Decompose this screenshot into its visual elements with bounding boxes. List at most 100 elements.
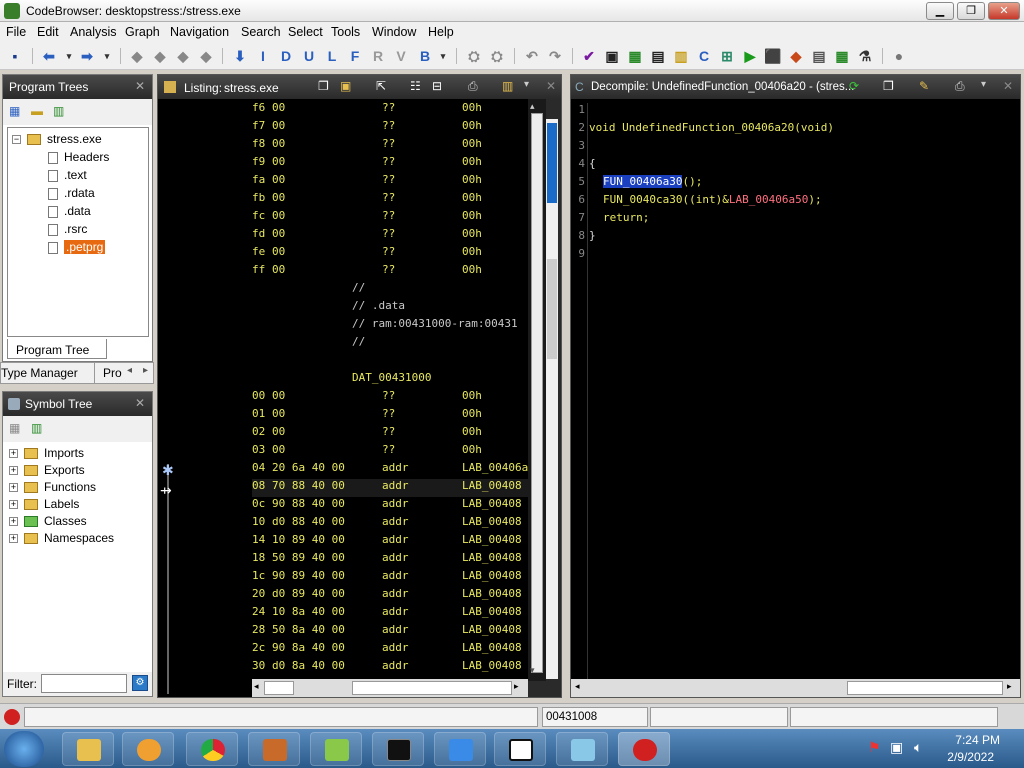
- tree-item-headers[interactable]: Headers: [48, 150, 109, 164]
- tool-icon-1[interactable]: ▣: [603, 47, 621, 65]
- listing-row[interactable]: 02 00?? 00h: [252, 425, 528, 443]
- next-data-button[interactable]: D: [277, 47, 295, 65]
- listing-row[interactable]: fb 00?? 00h: [252, 191, 528, 209]
- taskbar-7zip[interactable]: [494, 732, 546, 766]
- taskbar-app-4[interactable]: [248, 732, 300, 766]
- filter-input[interactable]: [41, 674, 127, 693]
- dropdown-icon[interactable]: ▾: [981, 79, 986, 90]
- tab-scroll-right-icon[interactable]: ▸: [143, 365, 148, 376]
- tool-icon-12[interactable]: ●: [890, 47, 908, 65]
- listing-row[interactable]: 04 20 6a 40 00 addr LAB_00406a: [252, 461, 528, 479]
- row-operand[interactable]: LAB_00408: [462, 515, 522, 528]
- menu-file[interactable]: File: [6, 25, 26, 39]
- next-function-button[interactable]: F: [346, 47, 364, 65]
- listing-row[interactable]: 20 d0 89 40 00 addr LAB_00408: [252, 587, 528, 605]
- hscroll-left-icon[interactable]: ◂: [254, 681, 259, 692]
- row-operand[interactable]: 00h: [462, 407, 482, 420]
- paste-icon[interactable]: ▣: [340, 79, 351, 93]
- dropdown-icon[interactable]: ▾: [524, 79, 529, 90]
- row-operand[interactable]: 00h: [462, 389, 482, 402]
- bookmark-dropdown-icon[interactable]: ▾: [434, 47, 452, 65]
- redo-icon[interactable]: ↷: [546, 47, 564, 65]
- expand-icon[interactable]: +: [9, 466, 18, 476]
- options-icon[interactable]: ▥: [502, 79, 513, 93]
- action-center-icon[interactable]: ⚑: [868, 739, 881, 756]
- decompile-code[interactable]: 1 2 void UndefinedFunction_00406a20(void)…: [571, 103, 1020, 679]
- decompile-hscroll[interactable]: ◂ ▸: [571, 679, 1020, 697]
- row-operand[interactable]: LAB_00408: [462, 623, 522, 636]
- row-operand[interactable]: LAB_00408: [462, 605, 522, 618]
- listing-row[interactable]: fc 00?? 00h: [252, 209, 528, 227]
- listing-row[interactable]: fa 00?? 00h: [252, 173, 528, 191]
- row-operand[interactable]: LAB_00406a: [462, 461, 528, 474]
- start-button[interactable]: [4, 731, 44, 767]
- copy-icon[interactable]: ❐: [318, 79, 329, 93]
- row-operand[interactable]: LAB_00408: [462, 551, 522, 564]
- row-operand[interactable]: LAB_00408: [462, 587, 522, 600]
- tab-type-manager[interactable]: Type Manager: [1, 366, 78, 380]
- row-operand[interactable]: LAB_00408: [462, 659, 522, 672]
- row-operand[interactable]: 00h: [462, 191, 482, 204]
- listing-row[interactable]: 01 00?? 00h: [252, 407, 528, 425]
- taskbar-network[interactable]: [434, 732, 486, 766]
- next-reference-button[interactable]: R: [369, 47, 387, 65]
- checkmark-icon[interactable]: ✔: [580, 47, 598, 65]
- expand-icon[interactable]: +: [9, 449, 18, 459]
- hscroll-left-icon[interactable]: ◂: [575, 681, 580, 692]
- listing-row[interactable]: 08 70 88 40 00 addr LAB_00408: [252, 479, 528, 497]
- listing-row[interactable]: 18 50 89 40 00 addr LAB_00408: [252, 551, 528, 569]
- row-operand[interactable]: LAB_00408: [462, 479, 522, 492]
- listing-row[interactable]: 30 d0 8a 40 00 addr LAB_00408: [252, 659, 528, 677]
- row-operand[interactable]: 00h: [462, 263, 482, 276]
- tool-icon-7[interactable]: ⬛: [764, 47, 782, 65]
- close-icon[interactable]: ✕: [546, 79, 556, 93]
- tool-icon-2[interactable]: ▦: [626, 47, 644, 65]
- scroll-down-icon[interactable]: ▾: [530, 665, 535, 676]
- refresh-icon[interactable]: ⟳: [849, 79, 859, 93]
- tree-item-data[interactable]: .data: [48, 204, 91, 218]
- tree-item-rsrc[interactable]: .rsrc: [48, 222, 87, 236]
- function-signature[interactable]: void UndefinedFunction_00406a20(void): [589, 121, 834, 134]
- row-operand[interactable]: 00h: [462, 245, 482, 258]
- symbol-item-classes[interactable]: + Classes: [9, 514, 87, 528]
- refresh-icon[interactable]: ▥: [31, 421, 42, 435]
- create-namespace-icon[interactable]: ▦: [9, 421, 20, 435]
- next-label-button[interactable]: L: [323, 47, 341, 65]
- listing-row[interactable]: 10 d0 88 40 00 addr LAB_00408: [252, 515, 528, 533]
- row-operand[interactable]: LAB_00408: [462, 533, 522, 546]
- overview-bar[interactable]: [546, 119, 558, 679]
- undo-icon[interactable]: ↶: [523, 47, 541, 65]
- taskbar-explorer[interactable]: [62, 732, 114, 766]
- next-instruction-button[interactable]: I: [254, 47, 272, 65]
- forward-arrow-icon[interactable]: ➡: [78, 47, 96, 65]
- menu-graph[interactable]: Graph: [125, 25, 160, 39]
- maximize-button[interactable]: ❐: [957, 2, 985, 20]
- next-value-button[interactable]: V: [392, 47, 410, 65]
- hscroll-right-icon[interactable]: ▸: [514, 681, 519, 692]
- cursor-icon[interactable]: ⇱: [376, 79, 386, 93]
- row-operand[interactable]: 00h: [462, 101, 482, 114]
- menu-edit[interactable]: Edit: [37, 25, 59, 39]
- tree-item-rdata[interactable]: .rdata: [48, 186, 95, 200]
- listing-label[interactable]: DAT_00431000: [352, 371, 431, 389]
- call-fun-00406a30[interactable]: FUN_00406a30: [603, 175, 683, 188]
- hscroll-right-icon[interactable]: ▸: [1007, 681, 1012, 692]
- hscroll-thumb[interactable]: [847, 681, 1003, 695]
- close-icon[interactable]: ✕: [1003, 79, 1013, 93]
- filter-options-icon[interactable]: ⚙: [132, 675, 148, 691]
- back-arrow-icon[interactable]: ⬅: [40, 47, 58, 65]
- close-icon[interactable]: ✕: [135, 396, 145, 410]
- scroll-thumb[interactable]: [531, 113, 543, 673]
- symbol-item-labels[interactable]: + Labels: [9, 497, 79, 511]
- close-button[interactable]: ✕: [988, 2, 1020, 20]
- next-bookmark-button[interactable]: B: [416, 47, 434, 65]
- listing-row[interactable]: 03 00?? 00h: [252, 443, 528, 461]
- row-operand[interactable]: LAB_00408: [462, 497, 522, 510]
- taskbar-chrome[interactable]: [186, 732, 238, 766]
- listing-row[interactable]: fe 00?? 00h: [252, 245, 528, 263]
- network-tray-icon[interactable]: ▣: [890, 739, 903, 756]
- menu-navigation[interactable]: Navigation: [170, 25, 229, 39]
- clock-date[interactable]: 2/9/2022: [914, 750, 994, 764]
- nav-icon-2[interactable]: ◆: [151, 47, 169, 65]
- nav-icon-3[interactable]: ◆: [174, 47, 192, 65]
